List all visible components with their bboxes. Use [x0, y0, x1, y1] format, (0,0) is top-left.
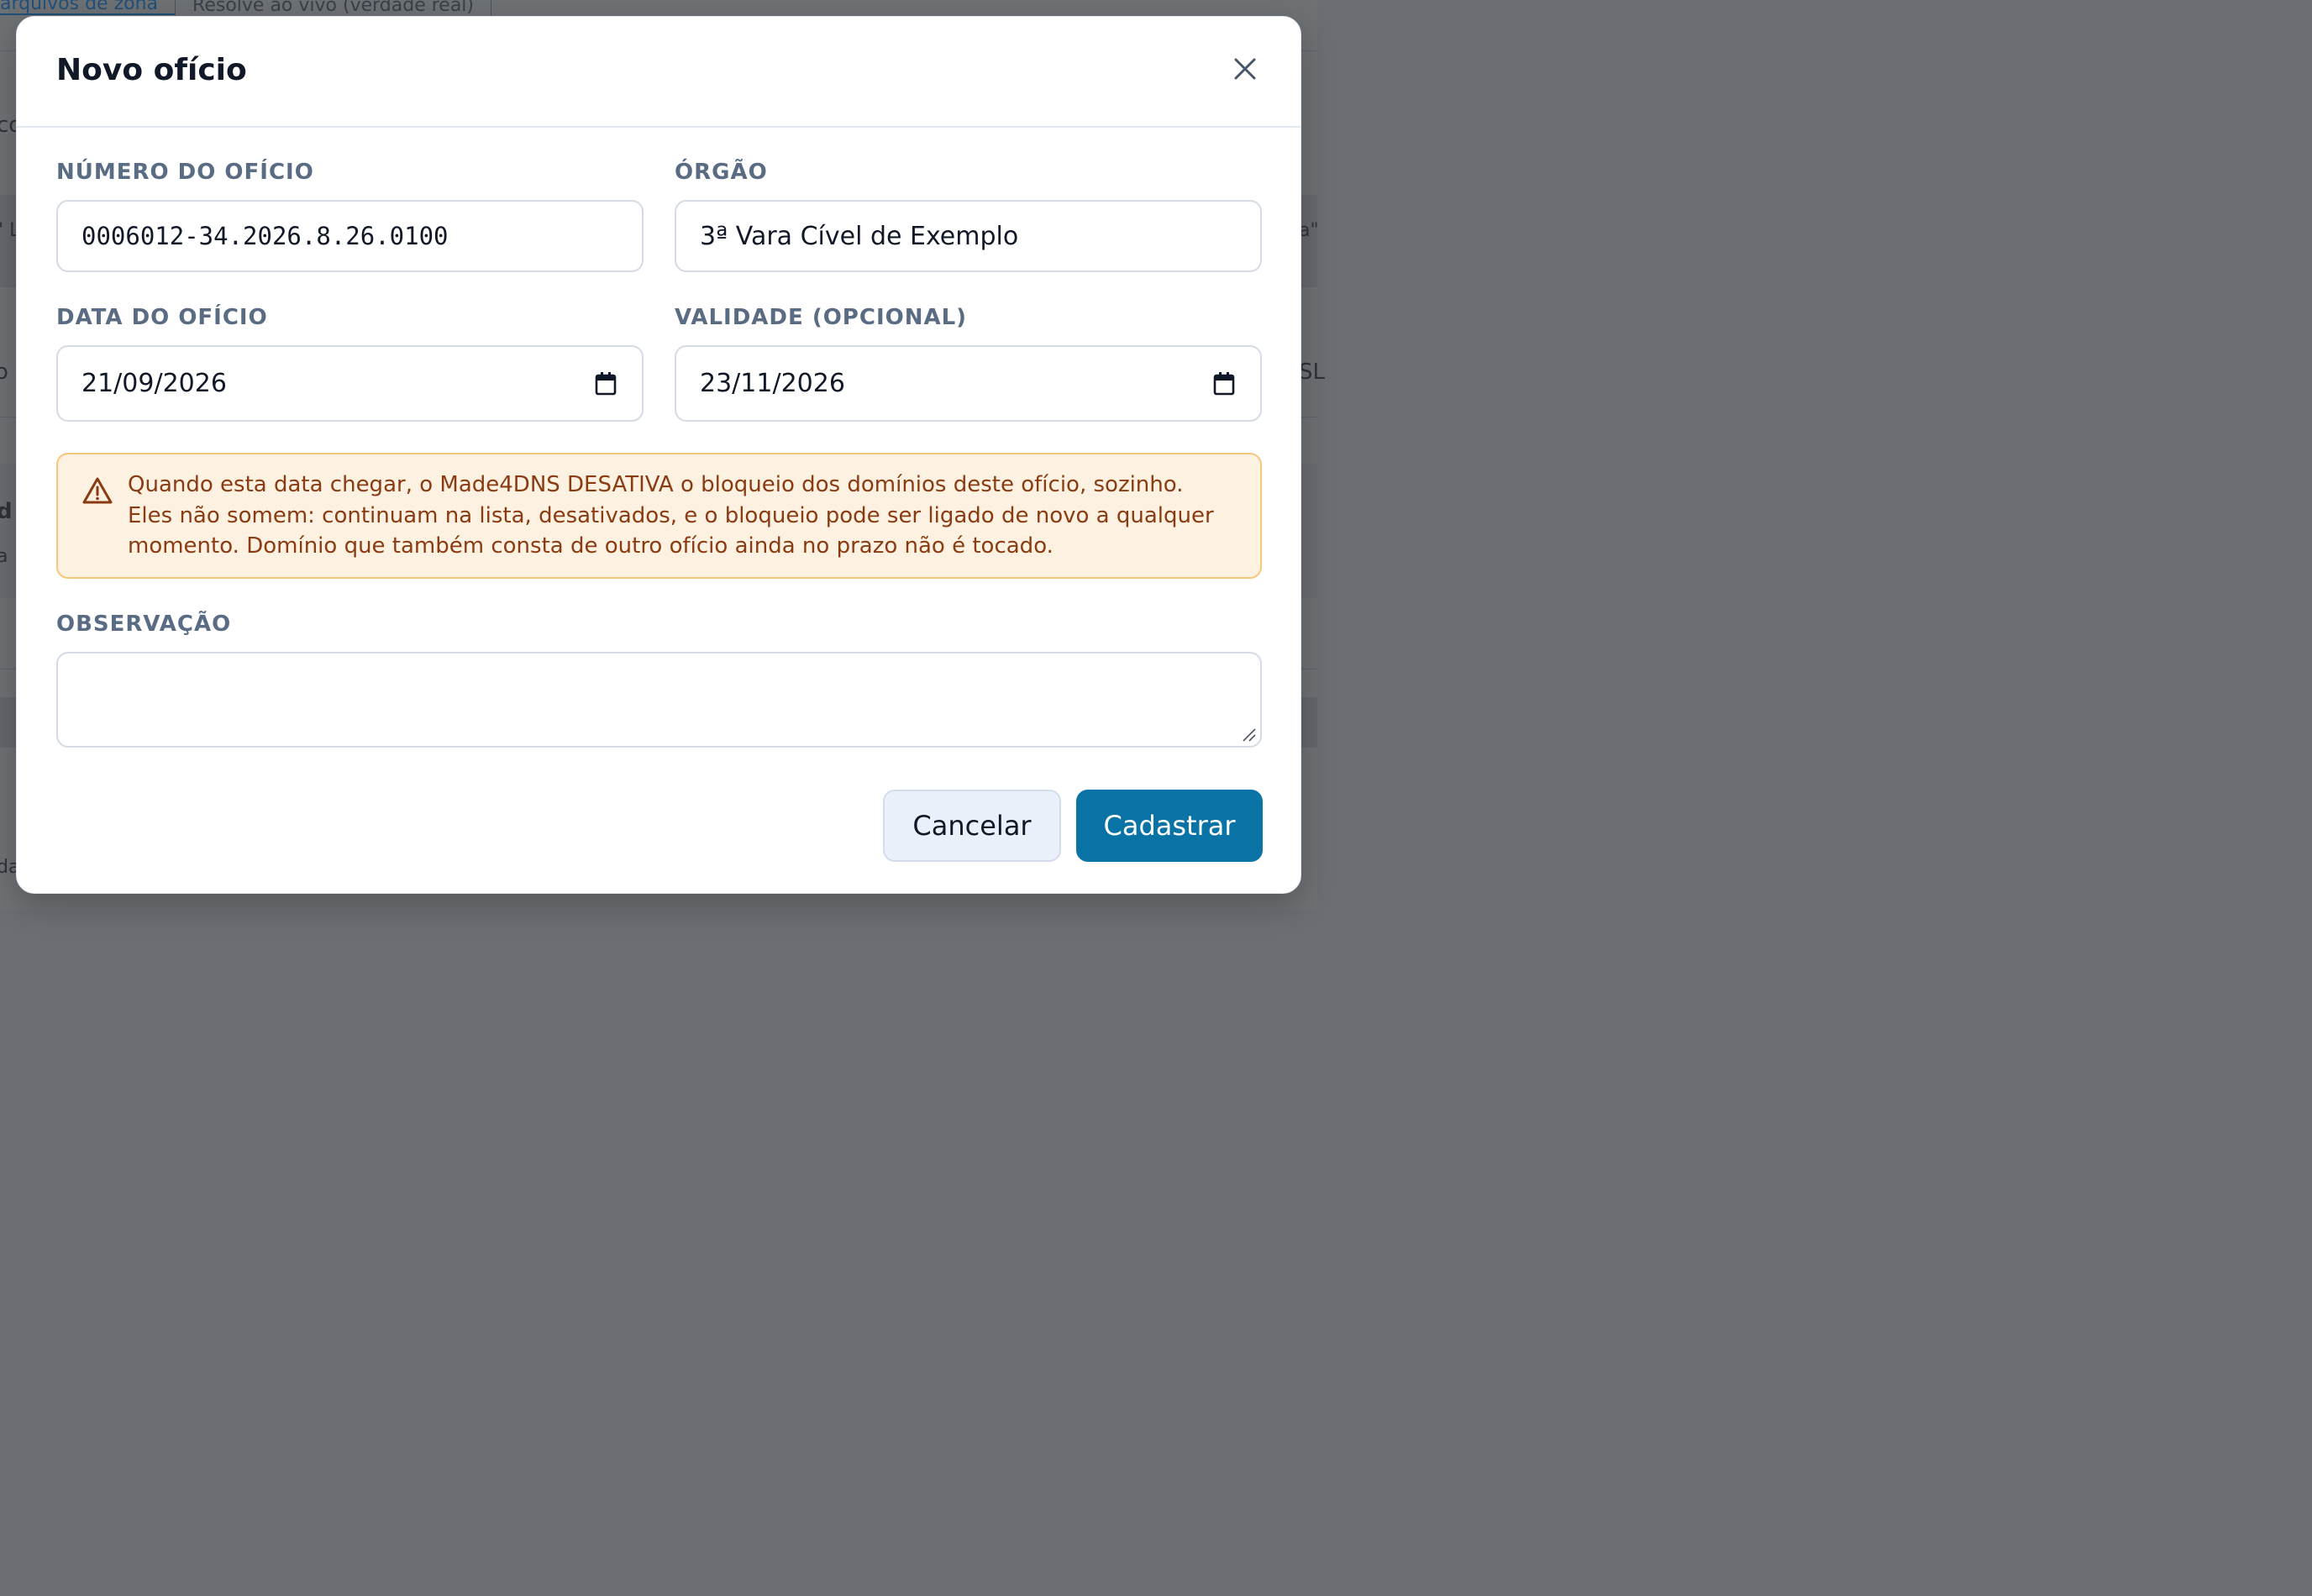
resize-handle-icon[interactable]	[1240, 726, 1257, 743]
background-text: a"	[1299, 220, 1319, 241]
close-icon	[1234, 58, 1256, 80]
submit-button[interactable]: Cadastrar	[1076, 790, 1263, 862]
close-button[interactable]	[1227, 50, 1264, 87]
background-text: d	[0, 499, 13, 524]
new-oficio-dialog: Novo ofício NÚMERO DO OFÍCIO 0006012-34.…	[16, 16, 1301, 894]
data-oficio-label: DATA DO OFÍCIO	[56, 305, 268, 330]
orgao-label: ÓRGÃO	[675, 160, 768, 185]
background-tabs: arquivos de zona Resolve ao vivo (verdad…	[0, 0, 605, 15]
orgao-input[interactable]: 3ª Vara Cível de Exemplo	[675, 200, 1262, 272]
numero-oficio-label: NÚMERO DO OFÍCIO	[56, 160, 314, 185]
calendar-icon[interactable]	[593, 371, 618, 396]
warning-text: Quando esta data chegar, o Made4DNS DESA…	[128, 472, 1214, 559]
validade-input[interactable]: 23/11/2026	[675, 345, 1262, 422]
cancel-button[interactable]: Cancelar	[883, 790, 1061, 862]
calendar-icon[interactable]	[1211, 371, 1237, 396]
background-text: a	[0, 546, 8, 567]
background-text: SL	[1299, 360, 1325, 385]
expiry-warning: Quando esta data chegar, o Made4DNS DESA…	[56, 453, 1262, 579]
numero-oficio-value: 0006012-34.2026.8.26.0100	[81, 222, 449, 250]
background-text: o	[0, 360, 8, 385]
dialog-title: Novo ofício	[56, 53, 247, 87]
validade-label: VALIDADE (OPCIONAL)	[675, 305, 968, 330]
data-oficio-input[interactable]: 21/09/2026	[56, 345, 644, 422]
background-tab-live-resolve: Resolve ao vivo (verdade real)	[192, 0, 474, 16]
dialog-header: Novo ofício	[17, 17, 1300, 128]
background-tab-zone-files: arquivos de zona	[0, 0, 176, 15]
warning-triangle-icon	[82, 477, 113, 504]
validade-value: 23/11/2026	[700, 369, 845, 398]
numero-oficio-input[interactable]: 0006012-34.2026.8.26.0100	[56, 200, 644, 272]
orgao-value: 3ª Vara Cível de Exemplo	[700, 221, 1019, 251]
observacao-label: OBSERVAÇÃO	[56, 612, 232, 637]
data-oficio-value: 21/09/2026	[81, 369, 227, 398]
observacao-textarea[interactable]	[56, 652, 1262, 748]
